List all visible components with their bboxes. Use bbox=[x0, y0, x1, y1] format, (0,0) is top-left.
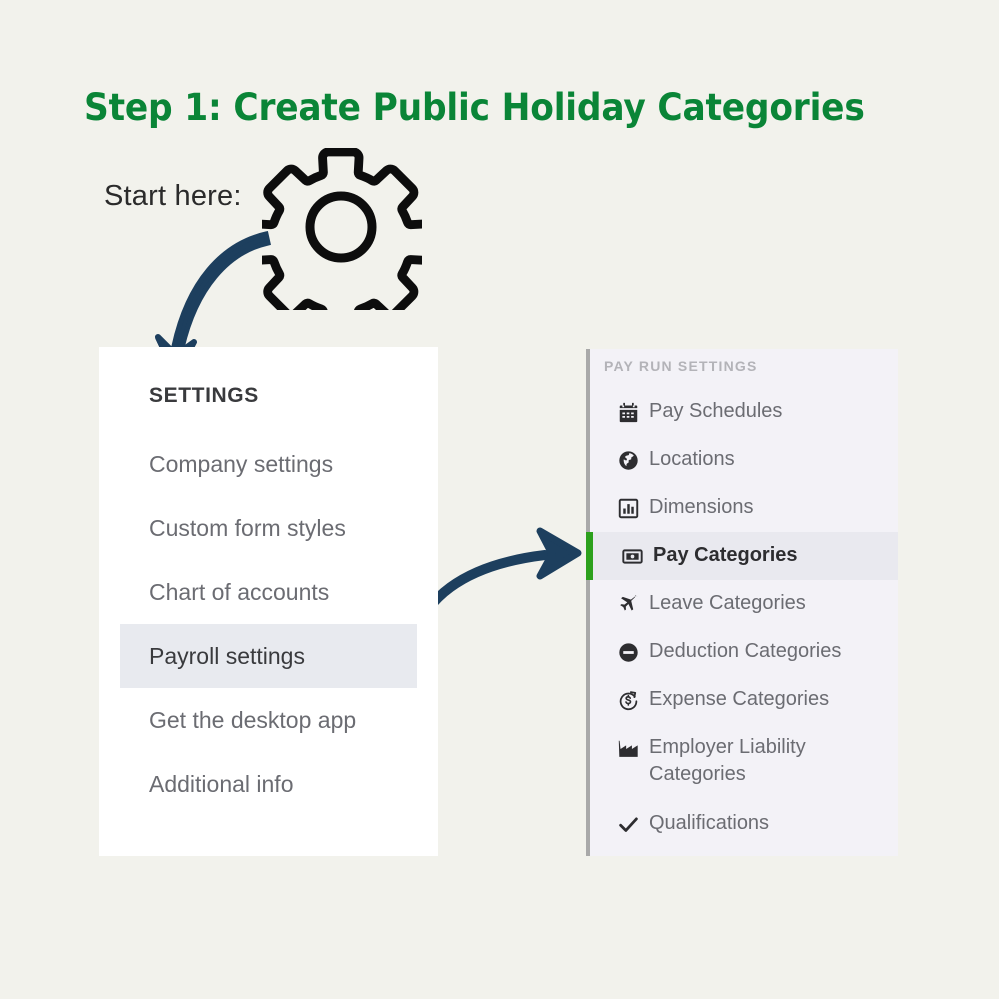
payrun-item-expense-categories[interactable]: Expense Categories bbox=[590, 676, 898, 724]
payrun-item-deduction-categories[interactable]: Deduction Categories bbox=[590, 628, 898, 676]
dollar-refresh-icon bbox=[616, 688, 640, 712]
money-bill-icon bbox=[620, 544, 644, 568]
selected-indicator-bar bbox=[586, 532, 593, 580]
gear-icon bbox=[262, 148, 422, 310]
settings-item-get-the-desktop-app[interactable]: Get the desktop app bbox=[99, 688, 438, 752]
globe-icon bbox=[616, 448, 640, 472]
settings-heading: SETTINGS bbox=[149, 384, 259, 407]
payrun-item-qualifications[interactable]: Qualifications bbox=[590, 800, 898, 848]
payrun-settings-header: PAY RUN SETTINGS bbox=[604, 358, 758, 374]
payrun-item-label: Locations bbox=[649, 448, 735, 470]
settings-panel: SETTINGS Company settings Custom form st… bbox=[99, 347, 438, 856]
payrun-item-label: Employer Liability Categories bbox=[649, 736, 806, 785]
payrun-item-label: Pay Schedules bbox=[649, 400, 783, 422]
settings-menu: Company settings Custom form styles Char… bbox=[99, 432, 438, 816]
calendar-icon bbox=[616, 400, 640, 424]
minus-circle-icon bbox=[616, 640, 640, 664]
payrun-item-dimensions[interactable]: Dimensions bbox=[590, 484, 898, 532]
payrun-item-leave-categories[interactable]: Leave Categories bbox=[590, 580, 898, 628]
plane-icon bbox=[616, 592, 640, 616]
page-canvas: Step 1: Create Public Holiday Categories… bbox=[0, 0, 999, 999]
settings-item-company-settings[interactable]: Company settings bbox=[99, 432, 438, 496]
check-icon bbox=[616, 812, 640, 836]
settings-item-additional-info[interactable]: Additional info bbox=[99, 752, 438, 816]
payrun-item-pay-categories[interactable]: Pay Categories bbox=[586, 532, 898, 580]
payrun-item-label: Expense Categories bbox=[649, 688, 830, 710]
bar-chart-icon bbox=[616, 496, 640, 520]
payrun-item-label: Dimensions bbox=[649, 496, 754, 518]
payrun-item-label: Leave Categories bbox=[649, 592, 806, 614]
payrun-settings-menu: Pay Schedules Locations Dimensions Pay C… bbox=[586, 388, 898, 848]
payrun-item-locations[interactable]: Locations bbox=[590, 436, 898, 484]
settings-item-chart-of-accounts[interactable]: Chart of accounts bbox=[99, 560, 438, 624]
start-here-label: Start here: bbox=[104, 180, 242, 212]
page-title: Step 1: Create Public Holiday Categories bbox=[84, 86, 865, 129]
payrun-item-pay-schedules[interactable]: Pay Schedules bbox=[590, 388, 898, 436]
settings-item-custom-form-styles[interactable]: Custom form styles bbox=[99, 496, 438, 560]
payrun-item-label: Pay Categories bbox=[653, 544, 798, 566]
payrun-settings-panel: PAY RUN SETTINGS Pay Schedules Locations… bbox=[586, 349, 898, 856]
factory-icon bbox=[616, 736, 640, 760]
payrun-item-label: Deduction Categories bbox=[649, 640, 842, 662]
settings-item-payroll-settings[interactable]: Payroll settings bbox=[120, 624, 417, 688]
payrun-item-employer-liability-categories[interactable]: Employer Liability Categories bbox=[590, 724, 898, 800]
payrun-item-label: Qualifications bbox=[649, 812, 770, 834]
